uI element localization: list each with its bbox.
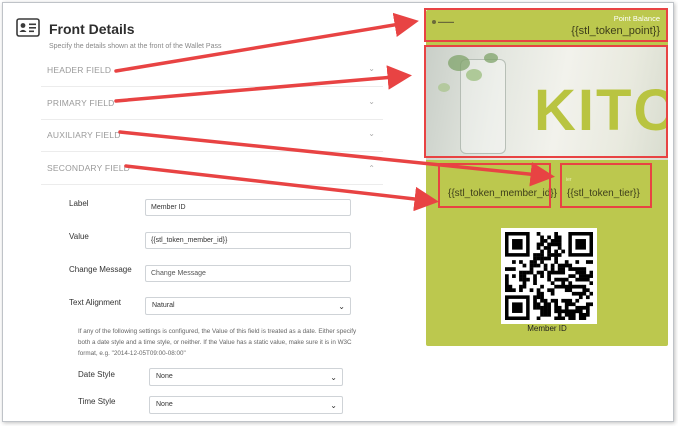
id-card-icon bbox=[16, 18, 40, 37]
section-header-field[interactable]: HEADER FIELD ⌄ bbox=[41, 57, 383, 87]
header-field-value: {{stl_token_point}} bbox=[571, 25, 660, 37]
date-style-label: Date Style bbox=[78, 370, 115, 379]
qr-code-icon bbox=[505, 232, 593, 320]
text-alignment-value: Natural bbox=[152, 302, 175, 309]
section-label: AUXILIARY FIELD bbox=[47, 130, 121, 140]
strip-text: KITC bbox=[534, 78, 668, 143]
section-label: SECONDARY FIELD bbox=[47, 163, 130, 173]
section-label: PRIMARY FIELD bbox=[47, 98, 115, 108]
front-details-panel: Front Details Specify the details shown … bbox=[3, 3, 383, 421]
strip-image: KITC bbox=[426, 47, 668, 160]
barcode-caption: Member ID bbox=[527, 324, 567, 333]
text-alignment-label: Text Alignment bbox=[69, 298, 122, 307]
secondary-field-tier-label: ier bbox=[566, 177, 572, 183]
chevron-down-icon: ⌄ bbox=[368, 129, 375, 138]
chevron-down-icon: ⌄ bbox=[330, 373, 337, 382]
page-title: Front Details bbox=[49, 21, 135, 37]
section-auxiliary-field[interactable]: AUXILIARY FIELD ⌄ bbox=[41, 122, 383, 152]
time-style-select[interactable]: None ⌄ bbox=[149, 396, 343, 414]
header-field-label: Point Balance bbox=[613, 14, 660, 23]
chevron-down-icon: ⌄ bbox=[368, 64, 375, 73]
chevron-down-icon: ⌄ bbox=[368, 97, 375, 106]
value-input[interactable]: {{stl_token_member_id}} bbox=[145, 232, 351, 249]
chevron-down-icon: ⌄ bbox=[338, 302, 345, 311]
date-style-value: None bbox=[156, 373, 173, 380]
change-message-label: Change Message bbox=[69, 265, 132, 274]
date-format-note: If any of the following settings is conf… bbox=[78, 328, 357, 357]
time-style-value: None bbox=[156, 401, 173, 408]
wallet-pass-preview: ▬▬▬▬ Point Balance {{stl_token_point}} K… bbox=[426, 10, 668, 346]
date-style-select[interactable]: None ⌄ bbox=[149, 368, 343, 386]
change-message-input[interactable]: Change Message bbox=[145, 265, 351, 282]
secondary-field-tier: {{stl_token_tier}} bbox=[567, 188, 640, 199]
time-style-label: Time Style bbox=[78, 397, 116, 406]
label-input[interactable]: Member ID bbox=[145, 199, 351, 216]
value-field-label: Value bbox=[69, 232, 89, 241]
section-secondary-field[interactable]: SECONDARY FIELD ⌃ bbox=[41, 155, 383, 185]
section-primary-field[interactable]: PRIMARY FIELD ⌄ bbox=[41, 90, 383, 120]
qr-code bbox=[501, 228, 597, 324]
page-subtitle: Specify the details shown at the front o… bbox=[49, 43, 222, 50]
label-field-label: Label bbox=[69, 199, 89, 208]
text-alignment-select[interactable]: Natural ⌄ bbox=[145, 297, 351, 315]
chevron-up-icon: ⌃ bbox=[368, 164, 375, 173]
secondary-field-member-id: {{stl_token_member_id}} bbox=[448, 188, 557, 199]
section-label: HEADER FIELD bbox=[47, 65, 112, 75]
chevron-down-icon: ⌄ bbox=[330, 401, 337, 410]
window-frame: Front Details Specify the details shown … bbox=[2, 2, 674, 422]
pass-logo-icon: ▬▬▬▬ bbox=[432, 19, 454, 24]
